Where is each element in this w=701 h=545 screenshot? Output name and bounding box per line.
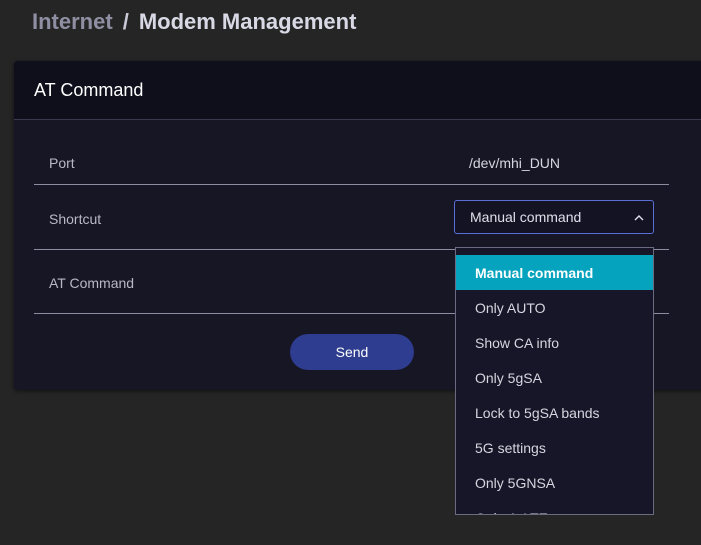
shortcut-dropdown-list: Manual command Only AUTO Show CA info On…	[456, 255, 653, 515]
dropdown-item-only-5gsa[interactable]: Only 5gSA	[456, 360, 653, 395]
port-value: /dev/mhi_DUN	[469, 155, 561, 171]
shortcut-select[interactable]: Manual command	[454, 200, 654, 234]
dropdown-item-show-ca-info[interactable]: Show CA info	[456, 325, 653, 360]
shortcut-select-value: Manual command	[470, 209, 582, 225]
page-title: Modem Management	[138, 9, 357, 34]
breadcrumb: Internet / Modem Management	[32, 8, 356, 36]
dropdown-item-only-5gnsa[interactable]: Only 5GNSA	[456, 465, 653, 500]
breadcrumb-separator: /	[122, 9, 129, 34]
chevron-up-icon	[634, 215, 644, 221]
shortcut-dropdown[interactable]: Manual command Only AUTO Show CA info On…	[455, 247, 654, 515]
dropdown-item-5g-settings[interactable]: 5G settings	[456, 430, 653, 465]
dropdown-item-only-4glte[interactable]: Only 4gLTE	[456, 500, 653, 515]
dropdown-item-only-auto[interactable]: Only AUTO	[456, 290, 653, 325]
shortcut-label: Shortcut	[49, 211, 102, 227]
dropdown-item-manual-command[interactable]: Manual command	[456, 255, 653, 290]
port-label: Port	[49, 155, 75, 171]
dropdown-item-lock-5gsa-bands[interactable]: Lock to 5gSA bands	[456, 395, 653, 430]
shortcut-row: Shortcut Manual command	[34, 185, 669, 250]
breadcrumb-internet[interactable]: Internet	[32, 9, 113, 35]
port-row: Port /dev/mhi_DUN	[34, 120, 669, 185]
card-title: AT Command	[14, 61, 701, 120]
at-command-label: AT Command	[49, 275, 135, 291]
send-button[interactable]: Send	[290, 334, 414, 370]
